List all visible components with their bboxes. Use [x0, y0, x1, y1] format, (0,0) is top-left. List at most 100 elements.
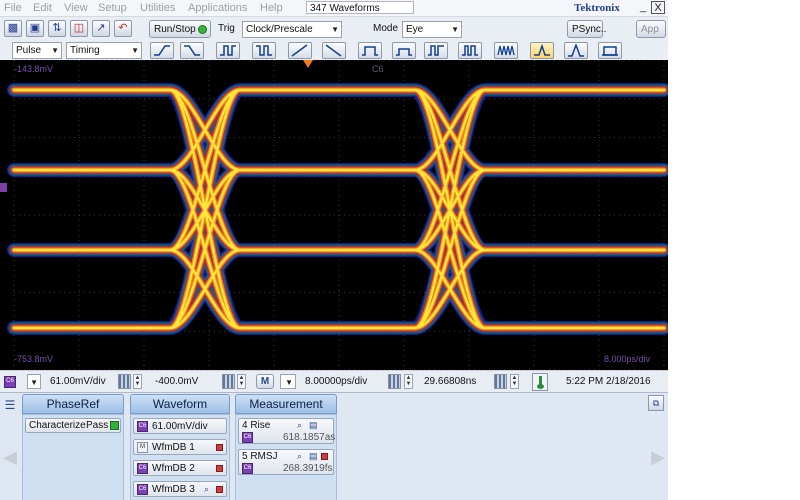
delay-spinner[interactable]: ▲ ▼	[510, 374, 519, 389]
math-select[interactable]: ▼	[280, 374, 296, 389]
time-per-div-value[interactable]: 8.00000ps/div	[305, 374, 367, 389]
delete-icon[interactable]	[216, 465, 223, 472]
math-button[interactable]: M	[256, 374, 274, 389]
minimize-button[interactable]: _	[636, 1, 650, 14]
menu-file[interactable]: File	[4, 2, 22, 14]
panel-menu-icon[interactable]: ☰	[2, 398, 18, 414]
trigger-source-value: Clock/Prescale	[246, 24, 313, 35]
run-indicator-icon	[198, 25, 207, 34]
clear-sweeps-icon[interactable]: ◫	[70, 20, 88, 37]
negative-glitch-icon[interactable]	[252, 42, 276, 59]
delete-icon[interactable]	[216, 486, 223, 493]
measurement-item[interactable]: 4 Rise ⌕ ▤ C6 618.1857as	[238, 418, 335, 444]
wfmdb-item[interactable]: C6 WfmDB 3 ⌕	[133, 481, 227, 497]
keypad-icon[interactable]	[388, 374, 401, 389]
autoset-icon[interactable]: ⇅	[48, 20, 66, 37]
eye-diagram	[7, 60, 668, 370]
histogram-icon[interactable]: ▤	[309, 451, 318, 462]
menu-utilities[interactable]: Utilities	[140, 2, 175, 14]
fall-time-icon[interactable]	[322, 42, 346, 59]
volts-per-div-value[interactable]: 61.00mV/div	[50, 374, 106, 389]
app-button[interactable]: App	[636, 20, 666, 38]
waveform-scale: 61.00mV/div	[152, 421, 208, 432]
histogram-icon[interactable]: ▤	[309, 420, 318, 431]
offset-value[interactable]: -400.0mV	[155, 374, 198, 389]
trigger-source-select[interactable]: Clock/Prescale ▼	[242, 21, 342, 38]
trigger-subtype-select[interactable]: Timing ▼	[66, 42, 142, 59]
time-scale-label: 8.000ps/div	[604, 354, 651, 364]
menu-applications[interactable]: Applications	[188, 2, 247, 14]
keypad-icon[interactable]	[494, 374, 507, 389]
volts-spinner[interactable]: ▲ ▼	[133, 374, 142, 389]
restore-icon[interactable]: ⧉	[648, 395, 664, 411]
window-trigger-icon[interactable]	[564, 42, 588, 59]
top-scale-label: -143.8mV	[14, 64, 54, 74]
measurement-value: 268.3919fs	[283, 463, 333, 474]
thermometer-icon[interactable]	[532, 373, 548, 391]
measurement-item[interactable]: 5 RMSJ ⌕ ▤ C6 268.3919fs	[238, 449, 334, 475]
rising-edge-icon[interactable]	[150, 42, 174, 59]
bottom-panel: ☰ PhaseRef (C7_C8) Waveform Measurement …	[0, 392, 668, 500]
trigger-subtype-value: Timing	[70, 45, 100, 56]
menu-view[interactable]: View	[64, 2, 88, 14]
zoom-icon[interactable]: ⌕	[297, 420, 302, 431]
pulse-width-icon[interactable]	[358, 42, 382, 59]
undo-icon[interactable]: ↶	[114, 20, 132, 37]
trigger-type-value: Pulse	[16, 45, 42, 56]
keypad-icon[interactable]	[222, 374, 235, 389]
zoom-icon[interactable]: ⌕	[297, 451, 302, 462]
wfmdb-label: WfmDB 1	[152, 442, 195, 453]
measurement-name: 5 RMSJ	[242, 451, 278, 462]
trigger-position-marker[interactable]	[303, 60, 313, 68]
setup-hold-icon[interactable]	[598, 42, 622, 59]
pattern-icon[interactable]	[494, 42, 518, 59]
characterize-button[interactable]: Characterize Pass	[25, 418, 121, 433]
menu-setup[interactable]: Setup	[98, 2, 127, 14]
close-button[interactable]: X	[651, 1, 665, 14]
channel-control-bar: C6 ▼ 61.00mV/div ▲ ▼ -400.0mV ▲ ▼ M ▼ 8.00…	[0, 370, 668, 393]
trigger-type-select[interactable]: Pulse ▼	[12, 42, 62, 59]
scope-display[interactable]: -143.8mV -753.8mV 8.000ps/div	[0, 60, 668, 370]
scroll-right-icon[interactable]: ▶	[648, 437, 668, 477]
menu-edit[interactable]: Edit	[33, 2, 52, 14]
rise-time-icon[interactable]	[288, 42, 312, 59]
tab-waveform[interactable]: Waveform	[130, 394, 230, 414]
waveform-item[interactable]: C6 61.00mV/div	[133, 418, 227, 434]
acquisition-mode-select[interactable]: Eye ▼	[402, 21, 462, 38]
timeout-icon[interactable]	[424, 42, 448, 59]
mode-label: Mode	[373, 23, 399, 34]
channel-chip-icon: C6	[242, 463, 253, 474]
wfmdb-label: WfmDB 2	[152, 463, 195, 474]
runt-icon[interactable]	[392, 42, 416, 59]
psync-button[interactable]: PSync..	[567, 20, 606, 38]
eye-trigger-icon[interactable]	[530, 42, 554, 59]
falling-edge-icon[interactable]	[180, 42, 204, 59]
tab-measurement[interactable]: Measurement	[235, 394, 337, 414]
run-stop-label: Run/Stop	[154, 24, 196, 35]
menu-help[interactable]: Help	[260, 2, 283, 14]
time-spinner[interactable]: ▲ ▼	[404, 374, 413, 389]
channel-chip[interactable]: C6	[4, 376, 16, 388]
delay-value[interactable]: 29.66808ns	[424, 374, 476, 389]
keypad-icon[interactable]	[118, 374, 131, 389]
measure-icon[interactable]: ↗	[92, 20, 110, 37]
channel-select[interactable]: ▼	[27, 374, 41, 389]
waveform-count-display: 347 Waveforms	[306, 1, 414, 14]
pass-status-icon	[110, 421, 119, 430]
zoom-icon[interactable]: ⌕	[204, 484, 209, 495]
transition-icon[interactable]	[458, 42, 482, 59]
offset-spinner[interactable]: ▲ ▼	[237, 374, 246, 389]
tab-phaseref[interactable]: PhaseRef (C7_C8)	[22, 394, 124, 429]
run-stop-button[interactable]: Run/Stop	[149, 20, 211, 38]
delete-icon[interactable]	[321, 453, 328, 460]
delete-icon[interactable]	[216, 444, 223, 451]
ground-reference-marker[interactable]	[0, 183, 7, 192]
scroll-left-icon[interactable]: ◀	[0, 437, 20, 477]
recall-icon[interactable]: ▣	[26, 20, 44, 37]
wfmdb-item[interactable]: C6 WfmDB 2	[133, 460, 227, 476]
positive-glitch-icon[interactable]	[216, 42, 240, 59]
bottom-scale-label: -753.8mV	[14, 354, 54, 364]
chevron-down-icon: ▼	[285, 378, 293, 387]
wfmdb-item[interactable]: M WfmDB 1	[133, 439, 227, 455]
save-icon[interactable]: ▩	[4, 20, 22, 37]
